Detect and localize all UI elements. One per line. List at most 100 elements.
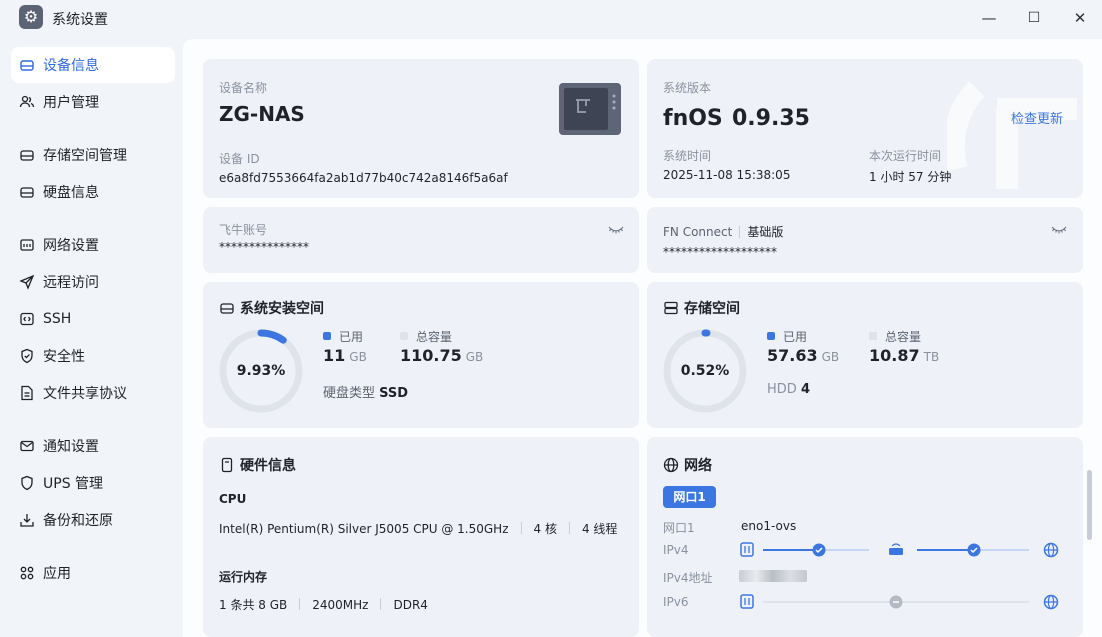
mail-icon — [19, 438, 35, 454]
total-swatch — [869, 332, 877, 340]
memory-label: 运行内存 — [219, 570, 268, 584]
sidebar-item-ssh[interactable]: SSH — [11, 301, 175, 337]
total-value: 10.87 TB — [869, 346, 940, 365]
sidebar-item-label: 设备信息 — [43, 58, 99, 74]
eye-closed-icon[interactable] — [608, 225, 624, 235]
sidebar-item-backup[interactable]: 备份和还原 — [11, 502, 175, 538]
disk-count: HDD 4 — [767, 382, 810, 397]
device-name: ZG-NAS — [219, 102, 305, 126]
shield-icon — [19, 348, 35, 364]
maximize-button[interactable]: ☐ — [1024, 8, 1044, 28]
ipv4-label: IPv4 — [663, 543, 689, 557]
sidebar-item-label: 通知设置 — [43, 439, 99, 455]
fnconnect-label: FN Connect — [663, 224, 733, 239]
total-legend: 总容量 — [400, 328, 452, 345]
sidebar-item-apps[interactable]: 应用 — [11, 555, 175, 591]
title-bar: ⚙ 系统设置 — ☐ ✕ — [0, 0, 1102, 36]
check-update-link[interactable]: 检查更新 — [1011, 108, 1063, 127]
used-value: 11 GB — [323, 346, 367, 365]
eye-closed-icon[interactable] — [1051, 225, 1067, 235]
sidebar-item-device-info[interactable]: 设备信息 — [11, 47, 175, 83]
sidebar-item-label: 文件共享协议 — [43, 386, 127, 402]
total-swatch — [400, 332, 408, 340]
fnconnect-value: ******************* — [663, 245, 777, 259]
minimize-button[interactable]: — — [979, 8, 999, 28]
port-value: eno1-ovs — [741, 519, 797, 533]
fnconnect-card: FN Connect 基础版 ******************* — [647, 207, 1083, 273]
scrollbar-thumb[interactable] — [1087, 470, 1092, 540]
total-value: 110.75 GB — [400, 346, 484, 365]
account-value: *************** — [219, 240, 309, 254]
storage-card: 存储空间 0.52% 已用 57.63 GB 总容量 10.87 TB HDD 4 — [647, 282, 1083, 428]
hardware-title: 硬件信息 — [240, 458, 296, 474]
file-icon — [19, 385, 35, 401]
device-icon — [19, 57, 35, 73]
account-label: 飞牛账号 — [219, 223, 268, 237]
sidebar-item-file-sharing[interactable]: 文件共享协议 — [11, 375, 175, 411]
divider — [739, 225, 741, 238]
sidebar-item-ups[interactable]: UPS 管理 — [11, 465, 175, 501]
storage-icon — [19, 147, 35, 163]
system-card: 系统版本 fnOS 0.9.35 检查更新 系统时间 2025-11-08 15… — [647, 59, 1083, 198]
sidebar-item-remote[interactable]: 远程访问 — [11, 264, 175, 300]
ipv4-connection-diagram — [740, 542, 1059, 558]
disk-type: 硬盘类型 SSD — [323, 386, 409, 401]
used-swatch — [767, 332, 775, 340]
sidebar-item-storage[interactable]: 存储空间管理 — [11, 137, 175, 173]
fnconnect-header: FN Connect 基础版 — [663, 223, 783, 240]
total-label: 总容量 — [416, 330, 453, 344]
sidebar-item-users[interactable]: 用户管理 — [11, 84, 175, 120]
device-id: e6a8fd7553664fa2ab1d77b40c742a8146f5a6af — [219, 171, 508, 185]
globe-icon — [663, 457, 679, 473]
sidebar-item-label: 用户管理 — [43, 95, 99, 111]
sidebar-item-label: 存储空间管理 — [43, 148, 127, 164]
hardware-card: 硬件信息 CPU Intel(R) Pentium(R) Silver J500… — [203, 437, 639, 637]
port-tab[interactable]: 网口1 — [663, 486, 716, 508]
close-button[interactable]: ✕ — [1070, 8, 1090, 28]
sidebar-item-label: 网络设置 — [43, 238, 99, 254]
used-value: 57.63 GB — [767, 346, 840, 365]
storage-stack-icon — [664, 301, 678, 315]
ipv6-connection-diagram — [740, 594, 1059, 610]
total-label: 总容量 — [885, 330, 922, 344]
storage-title: 存储空间 — [684, 301, 740, 317]
used-legend: 已用 — [767, 328, 807, 345]
storage-header: 存储空间 — [663, 298, 740, 318]
cpu-label: CPU — [219, 492, 247, 506]
sidebar-item-label: 应用 — [43, 566, 71, 582]
device-name-label: 设备名称 — [219, 81, 268, 95]
window-title: 系统设置 — [52, 12, 108, 28]
used-legend: 已用 — [323, 328, 363, 345]
system-space-percent: 9.93% — [236, 363, 286, 379]
os-version: 0.9.35 — [732, 106, 810, 131]
settings-gear-icon: ⚙ — [19, 5, 43, 29]
drive-icon — [220, 303, 234, 314]
system-time-label: 系统时间 — [663, 149, 712, 163]
device-card: 设备名称 ZG-NAS 设备 ID e6a8fd7553664fa2ab1d77… — [203, 59, 639, 198]
used-label: 已用 — [339, 330, 364, 344]
port-label: 网口1 — [663, 521, 695, 535]
uptime-label: 本次运行时间 — [869, 149, 942, 163]
system-time: 2025-11-08 15:38:05 — [663, 168, 791, 182]
system-version-label: 系统版本 — [663, 81, 712, 95]
sidebar-item-notifications[interactable]: 通知设置 — [11, 428, 175, 464]
backup-icon — [19, 512, 35, 528]
network-header: 网络 — [663, 455, 712, 475]
system-space-title: 系统安装空间 — [240, 301, 324, 317]
nas-device-icon — [559, 83, 621, 135]
terminal-icon — [19, 311, 35, 327]
main-content: 设备名称 ZG-NAS 设备 ID e6a8fd7553664fa2ab1d77… — [183, 39, 1102, 637]
cpu-info: Intel(R) Pentium(R) Silver J5005 CPU @ 1… — [219, 522, 618, 536]
power-icon — [19, 475, 35, 491]
sidebar-item-disks[interactable]: 硬盘信息 — [11, 174, 175, 210]
disk-icon — [19, 184, 35, 200]
sidebar-item-security[interactable]: 安全性 — [11, 338, 175, 374]
sidebar: 设备信息 用户管理 存储空间管理 硬盘信息 网络设置 远程访问 SSH 安全性 … — [0, 36, 183, 637]
network-title: 网络 — [684, 458, 712, 474]
total-legend: 总容量 — [869, 328, 921, 345]
sidebar-item-label: SSH — [43, 311, 72, 327]
sidebar-item-network[interactable]: 网络设置 — [11, 227, 175, 263]
sidebar-item-label: 备份和还原 — [43, 513, 113, 529]
sidebar-item-label: 硬盘信息 — [43, 185, 99, 201]
used-label: 已用 — [783, 330, 808, 344]
